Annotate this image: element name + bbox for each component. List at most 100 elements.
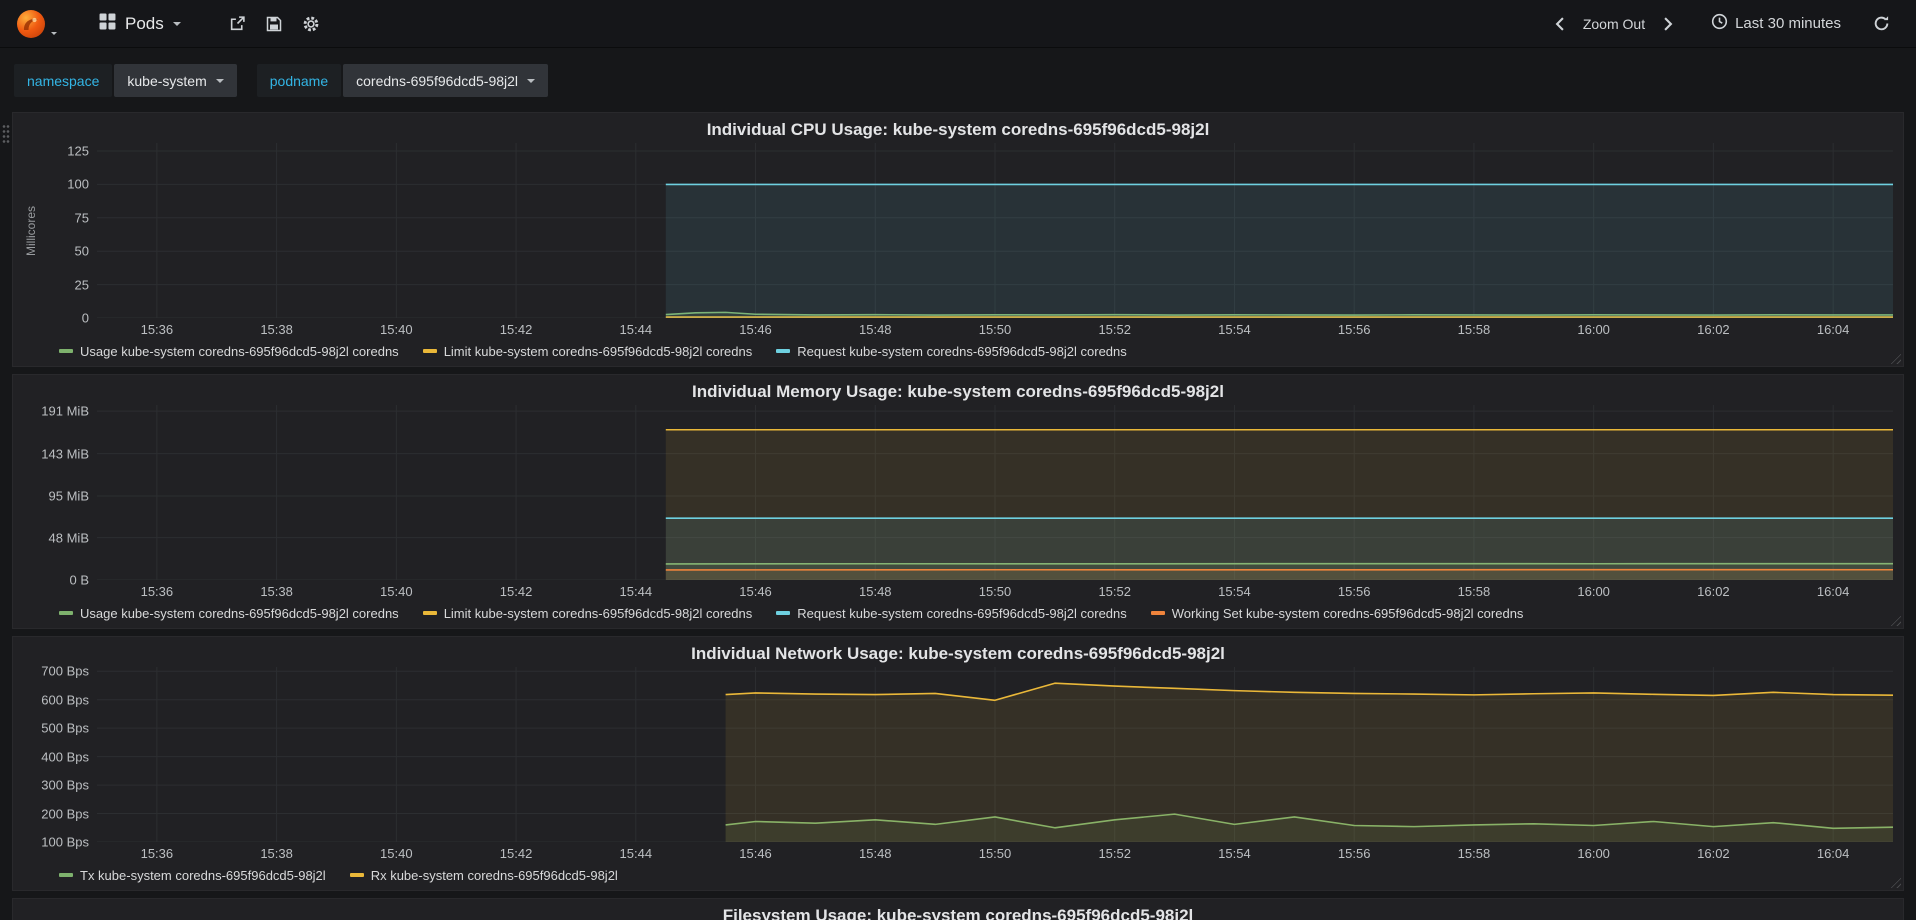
clock-icon xyxy=(1711,13,1728,34)
y-axis-ticks: 0 25 50 75 100 125 xyxy=(39,143,97,326)
pan-left-button[interactable] xyxy=(1545,11,1575,37)
variable-value-namespace[interactable]: kube-system xyxy=(114,64,237,97)
template-var-podname: podname coredns-695f96dcd5-98j2l xyxy=(256,64,549,97)
legend-series-color-icon xyxy=(349,873,364,877)
chevron-right-icon xyxy=(1664,16,1673,31)
template-var-namespace: namespace kube-system xyxy=(14,64,237,97)
refresh-icon xyxy=(1874,16,1889,31)
x-tick-label: 16:00 xyxy=(1577,584,1610,599)
panel-filesystem-usage: Filesystem Usage: kube-system coredns-69… xyxy=(12,898,1904,920)
legend-item[interactable]: Usage kube-system coredns-695f96dcd5-98j… xyxy=(59,344,399,359)
x-tick-label: 15:52 xyxy=(1098,846,1131,861)
panel-title[interactable]: Individual Memory Usage: kube-system cor… xyxy=(23,379,1893,405)
x-tick-label: 15:48 xyxy=(858,846,892,861)
x-tick-label: 15:44 xyxy=(619,846,653,861)
y-tick-label: 143 MiB xyxy=(41,446,89,462)
y-tick-label: 75 xyxy=(74,210,89,226)
x-tick-label: 15:54 xyxy=(1218,584,1251,599)
legend-item[interactable]: Tx kube-system coredns-695f96dcd5-98j2l xyxy=(59,868,326,883)
save-button[interactable] xyxy=(256,10,292,38)
x-tick-label: 15:58 xyxy=(1457,584,1491,599)
legend-series-color-icon xyxy=(59,349,73,353)
x-tick-label: 15:50 xyxy=(978,584,1012,599)
y-tick-label: 48 MiB xyxy=(48,530,89,546)
x-tick-label: 15:44 xyxy=(619,584,653,599)
legend-item[interactable]: Rx kube-system coredns-695f96dcd5-98j2l xyxy=(349,867,618,883)
dashboard-grid-icon xyxy=(99,13,116,35)
y-tick-label: 191 MiB xyxy=(41,403,89,419)
legend-series-color-icon xyxy=(422,349,437,353)
panel-individual-network-usage: Individual Network Usage: kube-system co… xyxy=(12,636,1904,891)
x-tick-label: 15:56 xyxy=(1337,322,1371,337)
grafana-logo-icon xyxy=(16,9,46,39)
legend-item[interactable]: Limit kube-system coredns-695f96dcd5-98j… xyxy=(422,344,752,359)
x-tick-label: 15:42 xyxy=(499,584,533,599)
x-tick-label: 15:48 xyxy=(858,322,892,337)
x-tick-label: 15:52 xyxy=(1098,322,1131,337)
y-tick-label: 700 Bps xyxy=(41,663,89,679)
panel-title[interactable]: Individual CPU Usage: kube-system coredn… xyxy=(23,117,1893,143)
dashboard-caret-icon xyxy=(172,21,181,26)
legend-item[interactable]: Usage kube-system coredns-695f96dcd5-98j… xyxy=(59,606,399,621)
chart-area: 100 Bps 200 Bps 300 Bps 400 Bps 500 Bps 600 B… xyxy=(23,663,1893,862)
legend-series-name: Request kube-system coredns-695f96dcd5-9… xyxy=(797,343,1127,359)
legend-series-color-icon xyxy=(776,349,791,353)
y-tick-label: 50 xyxy=(74,243,89,259)
x-tick-label: 15:46 xyxy=(739,846,772,861)
x-tick-label: 15:38 xyxy=(260,846,293,861)
x-axis-ticks: 15:36 15:38 15:40 15:42 15:44 15:46 15:48 15:50… xyxy=(97,842,1893,862)
x-tick-label: 15:58 xyxy=(1457,322,1491,337)
y-axis-ticks: 0 B 48 MiB 95 MiB 143 MiB 191 MiB xyxy=(39,403,97,588)
y-tick-label: 0 B xyxy=(69,572,89,588)
variable-selected-namespace: kube-system xyxy=(127,72,207,89)
chart-canvas[interactable] xyxy=(97,405,1893,580)
panel-individual-memory-usage: Individual Memory Usage: kube-system cor… xyxy=(12,374,1904,629)
settings-button[interactable] xyxy=(292,9,330,39)
x-tick-label: 16:02 xyxy=(1697,584,1730,599)
zoom-out-button[interactable]: Zoom Out xyxy=(1575,10,1653,38)
x-tick-label: 15:38 xyxy=(260,584,293,599)
dashboard-picker-button[interactable]: Pods xyxy=(91,7,189,41)
legend-series-name: Limit kube-system coredns-695f96dcd5-98j… xyxy=(443,605,753,621)
x-tick-label: 15:56 xyxy=(1337,846,1371,861)
legend-item[interactable]: Limit kube-system coredns-695f96dcd5-98j… xyxy=(422,605,753,621)
y-tick-label: 100 xyxy=(67,176,89,192)
variable-label-podname: podname xyxy=(256,64,342,97)
refresh-button[interactable] xyxy=(1863,9,1900,38)
legend-series-name: Rx kube-system coredns-695f96dcd5-98j2l xyxy=(370,867,618,883)
x-tick-label: 15:50 xyxy=(978,846,1012,861)
x-tick-label: 16:04 xyxy=(1816,584,1850,599)
variable-label-namespace: namespace xyxy=(14,64,113,97)
variable-value-podname[interactable]: coredns-695f96dcd5-98j2l xyxy=(343,64,549,97)
grafana-logo-button[interactable] xyxy=(16,9,57,39)
legend-series-name: Usage kube-system coredns-695f96dcd5-98j… xyxy=(80,605,399,621)
chart-area: Millicores 0 25 50 75 100 125 15:36 15:38 15:40… xyxy=(23,143,1893,338)
x-tick-label: 16:02 xyxy=(1697,846,1730,861)
legend: Usage kube-system coredns-695f96dcd5-98j… xyxy=(23,600,1893,626)
x-tick-label: 15:36 xyxy=(140,846,174,861)
x-tick-label: 15:52 xyxy=(1098,584,1131,599)
pan-right-button[interactable] xyxy=(1653,11,1683,37)
chart-canvas[interactable] xyxy=(97,667,1893,842)
legend: Usage kube-system coredns-695f96dcd5-98j… xyxy=(23,338,1893,364)
row-drag-handle[interactable] xyxy=(2,124,10,143)
x-tick-label: 15:38 xyxy=(260,322,293,337)
legend-series-color-icon xyxy=(59,873,73,877)
legend-item[interactable]: Working Set kube-system coredns-695f96dc… xyxy=(1150,605,1524,621)
dashboard-title: Pods xyxy=(125,13,164,33)
legend-series-name: Tx kube-system coredns-695f96dcd5-98j2l xyxy=(80,867,326,883)
time-range-button[interactable]: Last 30 minutes xyxy=(1703,7,1849,40)
gear-icon xyxy=(303,16,319,31)
x-tick-label: 15:54 xyxy=(1218,846,1251,861)
panel-title[interactable]: Individual Network Usage: kube-system co… xyxy=(23,641,1893,667)
legend-item[interactable]: Request kube-system coredns-695f96dcd5-9… xyxy=(776,344,1127,359)
legend-item[interactable]: Request kube-system coredns-695f96dcd5-9… xyxy=(776,606,1127,621)
x-tick-label: 16:04 xyxy=(1816,322,1850,337)
y-tick-label: 200 Bps xyxy=(41,806,89,822)
panel-title[interactable]: Filesystem Usage: kube-system coredns-69… xyxy=(23,903,1893,920)
share-button[interactable] xyxy=(219,9,256,38)
panel-individual-cpu-usage: Individual CPU Usage: kube-system coredn… xyxy=(12,112,1904,367)
chart-canvas[interactable] xyxy=(97,143,1893,318)
legend-series-name: Working Set kube-system coredns-695f96dc… xyxy=(1171,605,1524,621)
legend-series-color-icon xyxy=(1150,611,1165,615)
